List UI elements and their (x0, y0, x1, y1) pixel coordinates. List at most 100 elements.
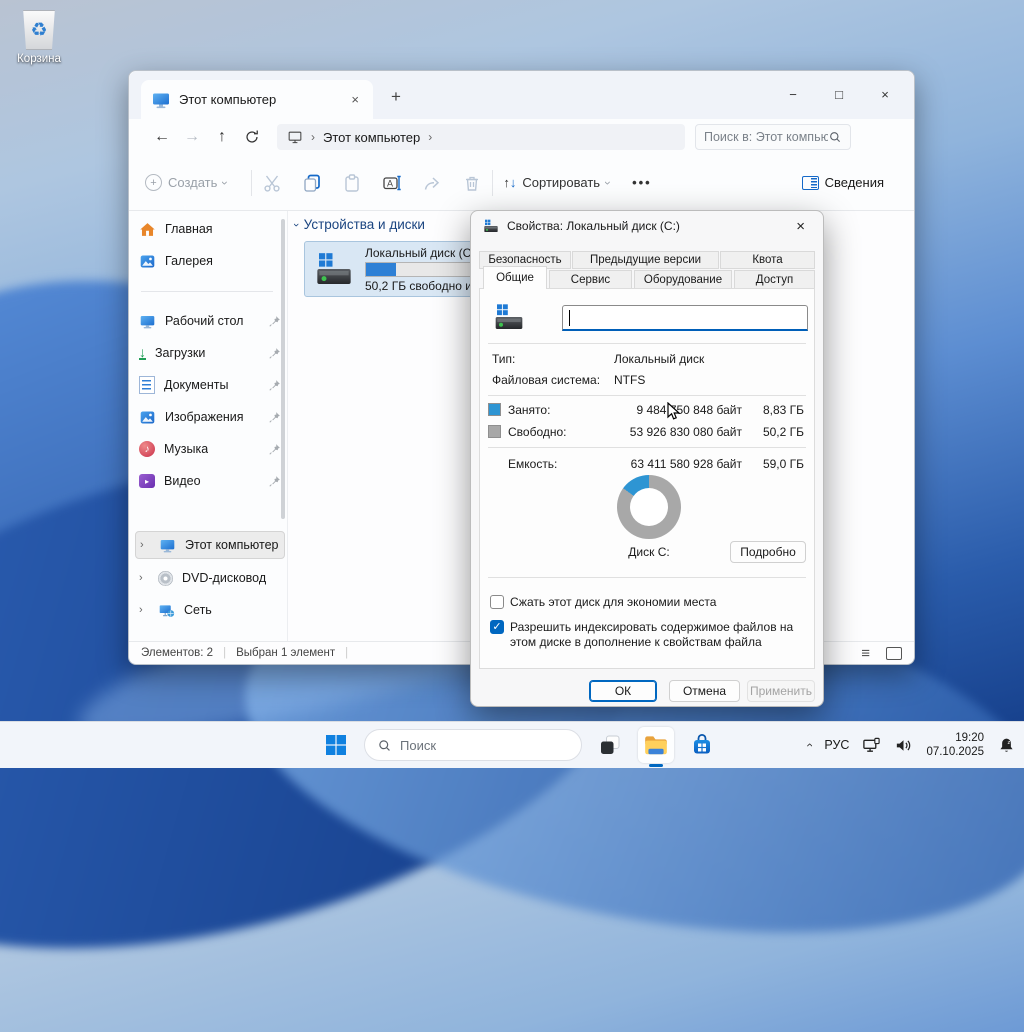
tab-general[interactable]: Общие (483, 266, 547, 289)
breadcrumb[interactable]: Этот компьютер (323, 130, 420, 145)
compress-checkbox[interactable] (490, 595, 504, 609)
more-options-button[interactable]: ••• (632, 175, 652, 190)
paste-button[interactable] (342, 173, 362, 193)
details-pane-button[interactable]: Сведения (802, 175, 884, 190)
large-icons-view-button[interactable] (886, 647, 902, 660)
task-view-icon (598, 733, 622, 757)
cancel-button[interactable]: Отмена (669, 680, 740, 702)
mouse-cursor (664, 402, 684, 422)
file-explorer-button[interactable] (638, 727, 674, 763)
sidebar-item-label: Видео (164, 474, 201, 488)
sidebar-item-desktop[interactable]: Рабочий стол (139, 307, 281, 335)
new-tab-button[interactable]: + (391, 87, 401, 107)
used-label: Занято: (508, 403, 550, 417)
sort-button[interactable]: ↑↓ Сортировать › (503, 175, 610, 190)
details-button[interactable]: Подробно (730, 541, 806, 563)
network-tray-icon[interactable] (862, 736, 881, 755)
tab-close-icon[interactable]: × (347, 92, 363, 107)
chevron-right-icon[interactable]: › (139, 604, 149, 616)
rename-button[interactable] (382, 173, 402, 193)
navigation-bar: ← → ↑ › Этот компьютер › Поиск в: Этот к… (129, 119, 914, 155)
search-icon (377, 738, 392, 753)
details-label: Сведения (825, 175, 884, 190)
command-toolbar: + Создать › ↑↓ Сортировать › ••• Сведени… (129, 155, 914, 211)
sidebar-item-network[interactable]: › Сеть (139, 596, 281, 624)
taskbar-search[interactable]: Поиск (364, 729, 582, 761)
notification-bell-icon[interactable] (997, 736, 1016, 755)
free-label: Свободно: (508, 425, 567, 439)
dialog-close-icon[interactable]: × (790, 216, 811, 237)
sidebar-item-downloads[interactable]: ↓ Загрузки (139, 339, 281, 367)
sidebar-item-label: Галерея (165, 254, 213, 268)
sidebar-item-music[interactable]: ♪ Музыка (139, 435, 281, 463)
index-checkbox[interactable]: ✓ (490, 620, 504, 634)
text-caret (569, 310, 570, 326)
list-view-button[interactable]: ≡ (861, 645, 870, 662)
search-input[interactable]: Поиск в: Этот компьютер (695, 124, 851, 150)
start-button[interactable] (318, 727, 354, 763)
time: 19:20 (926, 731, 984, 745)
show-hidden-icons-button[interactable]: › (802, 743, 816, 747)
sidebar-item-gallery[interactable]: Галерея (139, 247, 281, 275)
tab-sharing[interactable]: Доступ (734, 270, 815, 289)
tab-hardware[interactable]: Оборудование (634, 270, 732, 289)
sidebar-item-pictures[interactable]: Изображения (139, 403, 281, 431)
maximize-button[interactable]: □ (816, 71, 862, 117)
recycle-bin-desktop-icon[interactable]: ♻ Корзина (10, 10, 68, 65)
usage-donut-chart (617, 475, 681, 539)
breadcrumb-chevron-icon[interactable]: › (428, 130, 432, 144)
tab-quota[interactable]: Квота (720, 251, 815, 269)
devices-and-drives-group-header[interactable]: › Устройства и диски (294, 217, 425, 232)
pin-icon (269, 315, 281, 327)
store-icon (690, 733, 714, 757)
properties-dialog: Свойства: Локальный диск (C:) × Безопасн… (470, 210, 824, 707)
chevron-down-icon: › (218, 181, 232, 185)
details-pane-icon (802, 176, 819, 190)
search-icon (828, 130, 842, 144)
sidebar-item-label: Главная (165, 222, 213, 236)
sidebar-item-label: Этот компьютер (185, 538, 278, 552)
pictures-icon (139, 409, 156, 426)
dialog-title-bar[interactable]: Свойства: Локальный диск (C:) × (471, 211, 823, 241)
tab-this-pc[interactable]: Этот компьютер × (141, 80, 373, 119)
tab-tools[interactable]: Сервис (549, 270, 632, 289)
delete-button[interactable] (462, 173, 482, 193)
chevron-right-icon[interactable]: › (140, 539, 150, 551)
minimize-button[interactable]: − (770, 71, 816, 117)
volume-name-input[interactable] (562, 305, 808, 331)
search-placeholder: Поиск в: Этот компьютер (704, 130, 828, 144)
sidebar-item-documents[interactable]: Документы (139, 371, 281, 399)
apply-button[interactable]: Применить (747, 680, 815, 702)
tab-title: Этот компьютер (179, 92, 276, 107)
folder-icon (643, 732, 669, 758)
sidebar-scrollbar[interactable] (281, 219, 285, 519)
sidebar-item-home[interactable]: Главная (139, 215, 281, 243)
tab-previous-versions[interactable]: Предыдущие версии (572, 251, 719, 269)
volume-icon[interactable] (894, 736, 913, 755)
sidebar-item-this-pc[interactable]: › Этот компьютер (135, 531, 285, 559)
forward-button[interactable]: → (177, 128, 207, 146)
disk-usage-bar-fill (366, 263, 396, 276)
language-indicator[interactable]: РУС (824, 738, 849, 752)
close-button[interactable]: × (862, 71, 908, 117)
up-button[interactable]: ↑ (207, 128, 237, 146)
create-label: Создать (168, 175, 217, 190)
ok-button[interactable]: ОК (589, 680, 657, 702)
cut-button[interactable] (262, 173, 282, 193)
recycle-bin-label: Корзина (10, 53, 68, 65)
copy-button[interactable] (302, 173, 322, 193)
refresh-button[interactable] (237, 128, 267, 146)
gallery-icon (139, 253, 156, 270)
address-bar[interactable]: › Этот компьютер › (277, 124, 685, 150)
chevron-right-icon[interactable]: › (139, 572, 149, 584)
index-checkbox-label: Разрешить индексировать содержимое файло… (510, 620, 812, 650)
sidebar-item-videos[interactable]: ▸ Видео (139, 467, 281, 495)
microsoft-store-button[interactable] (684, 727, 720, 763)
create-button[interactable]: + Создать › (145, 174, 227, 191)
sidebar-item-dvd-drive[interactable]: › DVD-дисковод (139, 564, 281, 592)
back-button[interactable]: ← (147, 128, 177, 146)
share-button[interactable] (422, 173, 442, 193)
clock[interactable]: 19:20 07.10.2025 (926, 731, 984, 759)
drive-icon (313, 249, 355, 289)
task-view-button[interactable] (592, 727, 628, 763)
